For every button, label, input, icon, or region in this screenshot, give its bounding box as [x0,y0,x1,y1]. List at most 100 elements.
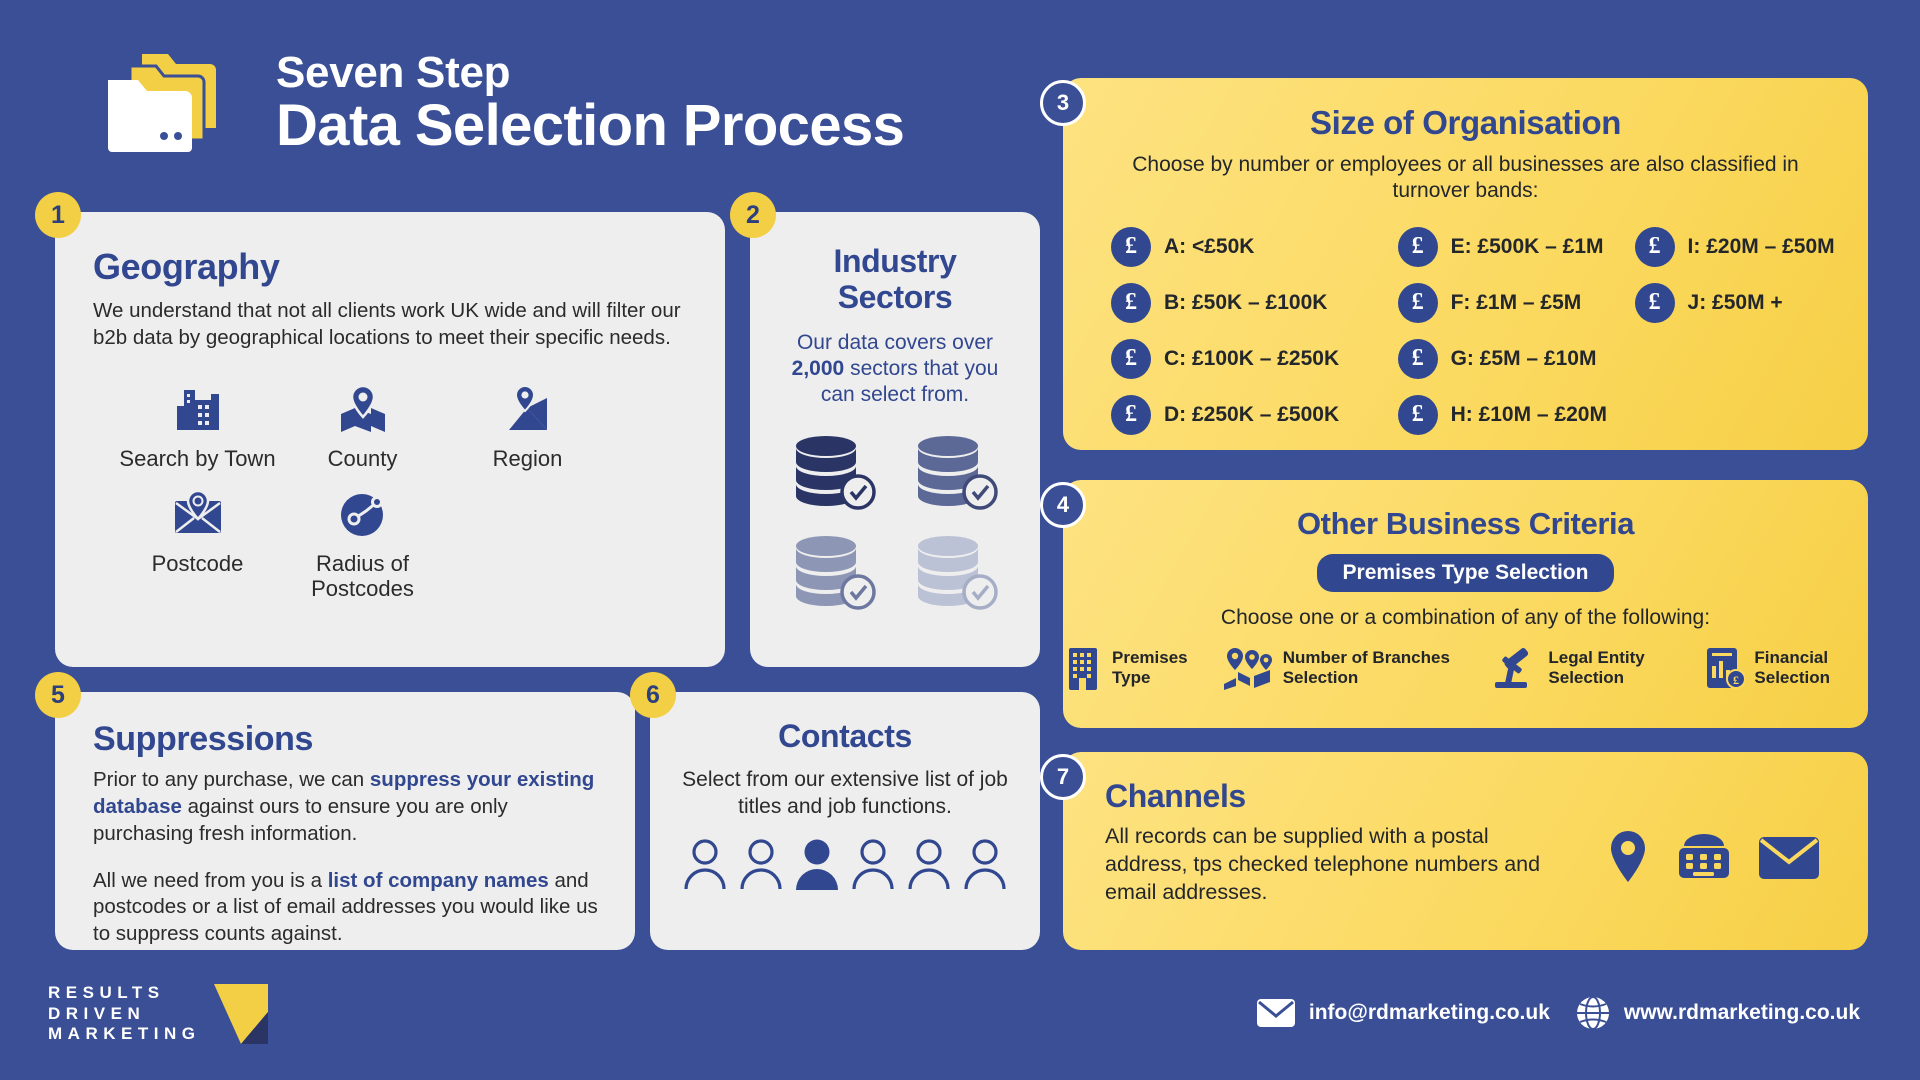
size-band-g[interactable]: £ G: £5M – £10M [1397,338,1619,379]
criteria-subtitle: Choose one or a combination of any of th… [1220,606,1711,629]
geography-item-label: Region [492,445,563,471]
contacts-people-row [650,837,1040,891]
contacts-description: Select from our extensive list of job ti… [682,768,1008,818]
footer-website[interactable]: www.rdmarketing.co.uk [1576,996,1860,1030]
size-band-i[interactable]: £ I: £20M – £50M [1634,226,1842,267]
globe-icon [1576,996,1610,1030]
criteria-item-number-of-branches[interactable]: Number of Branches Selection [1222,646,1470,690]
pound-coin-icon: £ [1397,394,1438,435]
pound-coin-icon: £ [1634,282,1675,323]
industry-title: Industry Sectors [750,243,1040,316]
step-badge-7: 7 [1040,754,1086,800]
geography-item-label: County [327,445,398,471]
size-band-f[interactable]: £ F: £1M – £5M [1397,282,1619,323]
footer-logo: RESULTS DRIVEN MARKETING [48,982,270,1046]
criteria-title: Other Business Criteria [1296,506,1635,541]
card-size-of-organisation: 3 Size of Organisation Choose by number … [1040,78,1868,450]
folders-icon [100,48,240,158]
size-band-label: C: £100K – £250K [1164,346,1340,370]
footer-logo-text: RESULTS DRIVEN MARKETING [48,983,200,1045]
card-geography: 1 Geography We understand that not all c… [35,192,725,667]
criteria-item-label: Financial Selection [1754,648,1830,687]
step-badge-1: 1 [35,192,81,238]
size-band-label: E: £500K – £1M [1450,234,1604,258]
geography-item-region[interactable]: Region [445,378,610,471]
card-suppressions: 5 Suppressions Prior to any purchase, we… [35,672,635,950]
chevron-logo-mark [212,982,270,1046]
person-outline-icon[interactable] [681,837,729,891]
pound-coin-icon: £ [1397,226,1438,267]
channels-title: Channels [1105,778,1246,814]
criteria-items: Premises Type Number of Branches Selecti… [1063,646,1868,690]
criteria-item-legal-entity[interactable]: Legal Entity Selection [1493,646,1679,690]
pound-coin-icon: £ [1111,338,1151,379]
telephone-icon [1676,830,1732,884]
criteria-item-premises-type[interactable]: Premises Type [1063,646,1198,690]
person-outline-icon[interactable] [849,837,897,891]
envelope-icon [1256,999,1295,1027]
criteria-item-label: Number of Branches Selection [1282,648,1450,687]
buildings-icon [115,378,280,434]
suppressions-p2-highlight: list of company names [327,868,549,892]
step-badge-3: 3 [1040,80,1086,126]
svg-text:£: £ [1733,673,1739,687]
person-filled-icon[interactable] [793,837,841,891]
radius-node-icon [280,483,445,539]
office-building-icon [1063,646,1103,690]
suppressions-title: Suppressions [93,720,314,758]
size-band-label: A: <£50K [1164,234,1255,258]
industry-description: Our data covers over 2,000 sectors that … [776,330,1014,408]
card-contacts: 6 Contacts Select from our extensive lis… [630,672,1040,950]
size-band-label: B: £50K – £100K [1164,290,1328,314]
footer-email[interactable]: info@rdmarketing.co.uk [1256,999,1550,1027]
database-check-mid-icon [910,434,1002,512]
size-column-1: £ A: <£50K £ B: £50K – £100K £ C: £100K … [1111,226,1382,435]
map-pin-folded-icon [280,378,445,434]
size-band-h[interactable]: £ H: £10M – £20M [1397,394,1619,435]
size-band-a[interactable]: £ A: <£50K [1111,226,1382,267]
geography-item-label: Postcode [151,550,244,576]
location-pin-icon [1606,830,1650,884]
person-outline-icon[interactable] [905,837,953,891]
step-badge-5: 5 [35,672,81,718]
size-band-label: G: £5M – £10M [1450,346,1597,370]
size-subtitle: Choose by number or employees or all bus… [1132,153,1799,203]
footer-logo-line1: RESULTS [48,982,165,1002]
person-outline-icon[interactable] [961,837,1009,891]
geography-item-county[interactable]: County [280,378,445,471]
criteria-item-label: Premises Type [1112,648,1188,687]
envelope-icon [1758,833,1820,881]
size-band-label: J: £50M + [1687,290,1783,314]
footer-logo-line3: MARKETING [48,1024,201,1044]
size-band-d[interactable]: £ D: £250K – £500K [1111,394,1382,435]
header-subtitle: Seven Step [276,48,511,97]
step-badge-2: 2 [730,192,776,238]
size-band-label: H: £10M – £20M [1450,402,1607,426]
geography-item-radius-of-postcodes[interactable]: Radius of Postcodes [280,483,445,602]
person-outline-icon[interactable] [737,837,785,891]
channels-icons [1606,830,1820,884]
infographic-root: Seven Step Data Selection Process 1 Geog… [0,0,1920,1080]
suppressions-paragraph-2: All we need from you is a list of compan… [93,868,601,949]
header: Seven Step Data Selection Process [100,48,905,158]
premises-type-selection-pill[interactable]: Premises Type Selection [1316,554,1615,592]
geography-item-postcode[interactable]: Postcode [115,483,280,602]
footer-email-text: info@rdmarketing.co.uk [1308,1001,1550,1024]
geography-title: Geography [93,246,280,287]
geography-item-label: Search by Town [119,445,276,471]
industry-desc-count: 2,000 [791,356,845,380]
criteria-item-financial-selection[interactable]: £ Financial Selection [1703,646,1868,690]
industry-title-line2: Sectors [837,278,953,315]
card-other-business-criteria: 4 Other Business Criteria Premises Type … [1040,480,1868,728]
size-band-c[interactable]: £ C: £100K – £250K [1111,338,1382,379]
suppressions-p2-pre: All we need from you is a [93,868,328,892]
footer-logo-line2: DRIVEN [48,1003,146,1023]
size-title: Size of Organisation [1309,104,1622,141]
size-band-e[interactable]: £ E: £500K – £1M [1397,226,1619,267]
geography-item-search-by-town[interactable]: Search by Town [115,378,280,471]
size-band-j[interactable]: £ J: £50M + [1634,282,1842,323]
size-band-b[interactable]: £ B: £50K – £100K [1111,282,1382,323]
size-column-3: £ I: £20M – £50M £ J: £50M + [1634,226,1842,435]
card-channels: 7 Channels All records can be supplied w… [1040,752,1868,950]
industry-desc-post: sectors that you can select from. [820,356,999,406]
